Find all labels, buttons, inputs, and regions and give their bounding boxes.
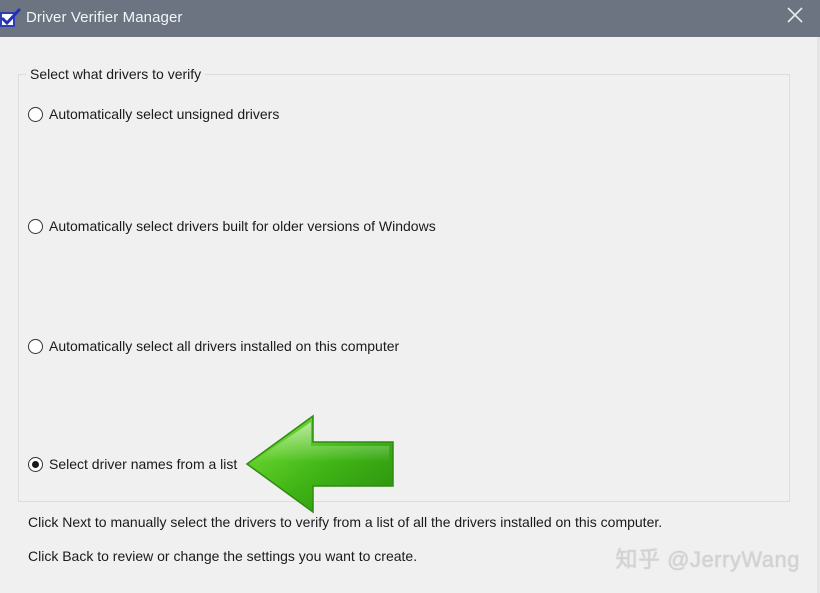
- radio-button[interactable]: [28, 338, 43, 354]
- title-bar[interactable]: Driver Verifier Manager: [0, 0, 820, 37]
- green-arrow-left-icon: [245, 414, 394, 514]
- radio-label: Automatically select all drivers install…: [49, 338, 400, 354]
- window-title: Driver Verifier Manager: [26, 9, 183, 26]
- radio-button[interactable]: [28, 106, 43, 122]
- radio-button-selected[interactable]: [28, 456, 43, 472]
- radio-all-drivers[interactable]: Automatically select all drivers install…: [28, 338, 399, 354]
- group-legend: Select what drivers to verify: [26, 66, 206, 82]
- radio-select-from-list[interactable]: Select driver names from a list: [28, 456, 237, 472]
- radio-older-windows-drivers[interactable]: Automatically select drivers built for o…: [28, 218, 436, 234]
- close-button[interactable]: [780, 3, 810, 31]
- driver-verifier-checkbox-icon: [0, 8, 22, 28]
- info-back-text: Click Back to review or change the setti…: [28, 548, 418, 564]
- driver-selection-group: [18, 74, 790, 502]
- radio-label: Automatically select drivers built for o…: [49, 218, 436, 234]
- radio-label: Automatically select unsigned drivers: [49, 106, 280, 122]
- info-next-text: Click Next to manually select the driver…: [28, 514, 663, 530]
- radio-button[interactable]: [28, 218, 43, 234]
- watermark: 知乎 @JerryWang: [615, 547, 800, 572]
- close-icon: [786, 6, 804, 29]
- radio-label: Select driver names from a list: [49, 456, 238, 472]
- radio-unsigned-drivers[interactable]: Automatically select unsigned drivers: [28, 106, 279, 122]
